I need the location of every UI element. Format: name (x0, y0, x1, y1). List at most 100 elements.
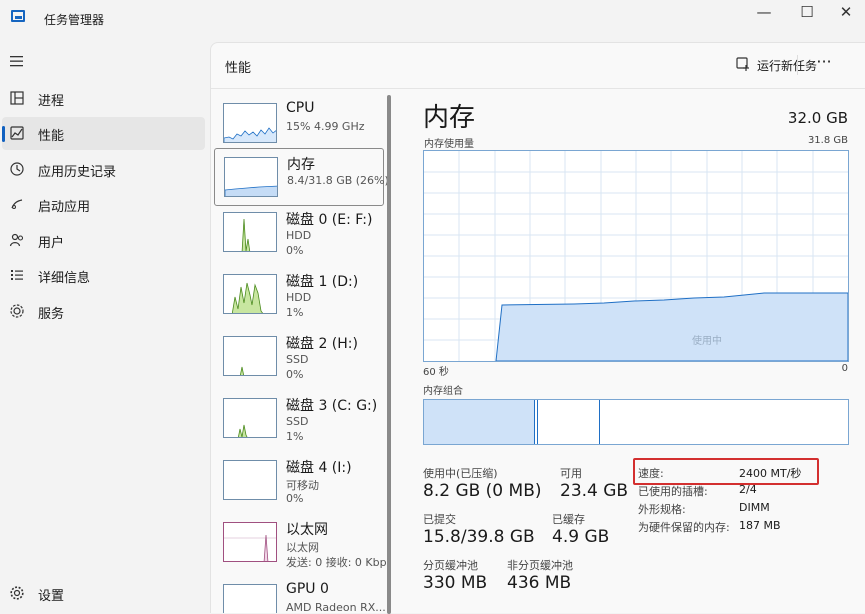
nav-item-services[interactable]: 服务 (2, 295, 205, 328)
nav-item-details[interactable]: 详细信息 (2, 259, 205, 292)
device-name: GPU 0 (286, 581, 329, 597)
device-name: 磁盘 2 (H:) (286, 336, 358, 352)
device-name: 以太网 (286, 522, 328, 538)
nav-item-processes[interactable]: 进程 (2, 82, 205, 115)
nonpaged-pool-label: 非分页缓冲池 (507, 559, 573, 572)
device-detail: 15% 4.99 GHz (286, 120, 365, 133)
device-type: 可移动 (286, 479, 319, 492)
app-title: 任务管理器 (44, 13, 105, 27)
services-icon (10, 304, 24, 318)
device-usage: 1% (286, 430, 304, 443)
slots-value: 2/4 (739, 483, 757, 496)
speed-value: 2400 MT/秒 (739, 467, 802, 480)
run-task-icon (736, 57, 749, 71)
graph-time-start: 60 秒 (423, 367, 449, 378)
device-item-memory[interactable]: 内存 8.4/31.8 GB (26%) (214, 148, 387, 206)
cached-label: 已缓存 (552, 513, 585, 526)
nav-label-performance: 性能 (38, 129, 65, 144)
title-bar: 任务管理器 — ☐ ✕ (0, 0, 865, 40)
device-item-disk-3[interactable]: 磁盘 3 (C: G:) SSD 1% (214, 390, 384, 448)
device-type: HDD (286, 229, 312, 242)
processes-icon (10, 91, 24, 105)
hardware-reserved-value: 187 MB (739, 519, 781, 532)
composition-in-use (424, 400, 535, 444)
nav-item-app-history[interactable]: 应用历史记录 (2, 153, 205, 186)
main-header: 性能 运行新任务 ··· (211, 43, 865, 89)
memory-composition-bar (423, 399, 849, 445)
device-list-scrollbar[interactable] (387, 95, 391, 614)
main-panel: 性能 运行新任务 ··· CPU 15% 4.99 GHz 内存 8.4/31.… (210, 42, 865, 614)
device-item-disk-2[interactable]: 磁盘 2 (H:) SSD 0% (214, 328, 384, 386)
users-icon (9, 233, 24, 247)
nav-label-startup-apps: 启动应用 (38, 200, 91, 215)
disk-0-thumbnail (223, 212, 277, 252)
header-divider (797, 55, 798, 75)
disk-3-thumbnail (223, 398, 277, 438)
device-type: SSD (286, 353, 309, 366)
page-title: 性能 (225, 61, 252, 76)
device-list: CPU 15% 4.99 GHz 内存 8.4/31.8 GB (26%) 磁盘… (211, 90, 387, 613)
more-options-button[interactable]: ··· (809, 51, 839, 79)
task-manager-icon (11, 10, 25, 22)
nav-item-settings[interactable]: 设置 (2, 577, 205, 610)
details-icon (11, 270, 23, 280)
nav-item-startup-apps[interactable]: 启动应用 (2, 188, 205, 221)
performance-icon (10, 126, 24, 140)
device-usage: 0% (286, 244, 304, 257)
startup-apps-icon (11, 199, 23, 209)
run-new-task-label: 运行新任务 (757, 59, 818, 73)
device-name: 磁盘 0 (E: F:) (286, 212, 373, 228)
usage-graph-max: 31.8 GB (807, 135, 848, 146)
composition-divider (599, 400, 600, 444)
memory-title: 内存 (423, 103, 476, 133)
cpu-thumbnail (223, 103, 277, 143)
ethernet-thumbnail (223, 522, 277, 562)
minimize-button[interactable]: — (741, 0, 787, 32)
composition-label: 内存组合 (423, 386, 463, 397)
device-name: 内存 (287, 157, 315, 173)
in-use-label: 使用中(已压缩) (423, 467, 498, 480)
nav-item-performance[interactable]: 性能 (2, 117, 205, 150)
hardware-reserved-label: 为硬件保留的内存: (638, 521, 730, 534)
gpu-thumbnail (223, 584, 277, 613)
in-use-value: 8.2 GB (0 MB) (423, 481, 542, 501)
nav-label-details: 详细信息 (38, 271, 91, 286)
disk-2-thumbnail (223, 336, 277, 376)
device-name: 磁盘 3 (C: G:) (286, 398, 378, 414)
device-usage: 1% (286, 306, 304, 319)
nonpaged-pool-value: 436 MB (507, 573, 572, 593)
device-type: 以太网 (286, 541, 319, 554)
device-type: HDD (286, 291, 312, 304)
memory-detail: 内存 32.0 GB 内存使用量 31.8 GB 使用中 60 秒 0 内存组合… (421, 93, 865, 614)
maximize-button[interactable]: ☐ (784, 0, 830, 32)
device-item-disk-0[interactable]: 磁盘 0 (E: F:) HDD 0% (214, 204, 384, 262)
available-value: 23.4 GB (560, 481, 629, 501)
memory-total: 32.0 GB (787, 109, 848, 127)
device-item-ethernet[interactable]: 以太网 以太网 发送: 0 接收: 0 Kbps (214, 514, 387, 572)
speed-label: 速度: (638, 467, 664, 480)
device-item-gpu[interactable]: GPU 0 AMD Radeon RX... (214, 576, 386, 613)
device-item-cpu[interactable]: CPU 15% 4.99 GHz (214, 95, 384, 153)
device-item-disk-1[interactable]: 磁盘 1 (D:) HDD 1% (214, 266, 384, 324)
nav-label-app-history: 应用历史记录 (38, 165, 117, 180)
disk-4-thumbnail (223, 460, 277, 500)
sidebar: 进程 性能 应用历史记录 启动应用 用户 详细信息 服务 设置 (0, 40, 210, 613)
available-label: 可用 (560, 467, 582, 480)
committed-value: 15.8/39.8 GB (423, 527, 535, 547)
cached-value: 4.9 GB (552, 527, 610, 547)
device-item-disk-4[interactable]: 磁盘 4 (I:) 可移动 0% (214, 452, 384, 510)
slots-label: 已使用的插槽: (638, 485, 708, 498)
memory-usage-graph: 使用中 (423, 150, 849, 362)
paged-pool-value: 330 MB (423, 573, 488, 593)
nav-label-settings: 设置 (38, 589, 65, 604)
composition-divider (537, 400, 538, 444)
disk-1-thumbnail (223, 274, 277, 314)
device-name: 磁盘 1 (D:) (286, 274, 359, 290)
form-factor-label: 外形规格: (638, 503, 686, 516)
app-history-icon (10, 162, 24, 176)
hamburger-menu-icon[interactable] (9, 54, 25, 68)
close-button[interactable]: ✕ (827, 0, 865, 32)
nav-item-users[interactable]: 用户 (2, 224, 205, 257)
form-factor-value: DIMM (739, 501, 770, 514)
nav-label-services: 服务 (38, 307, 65, 322)
